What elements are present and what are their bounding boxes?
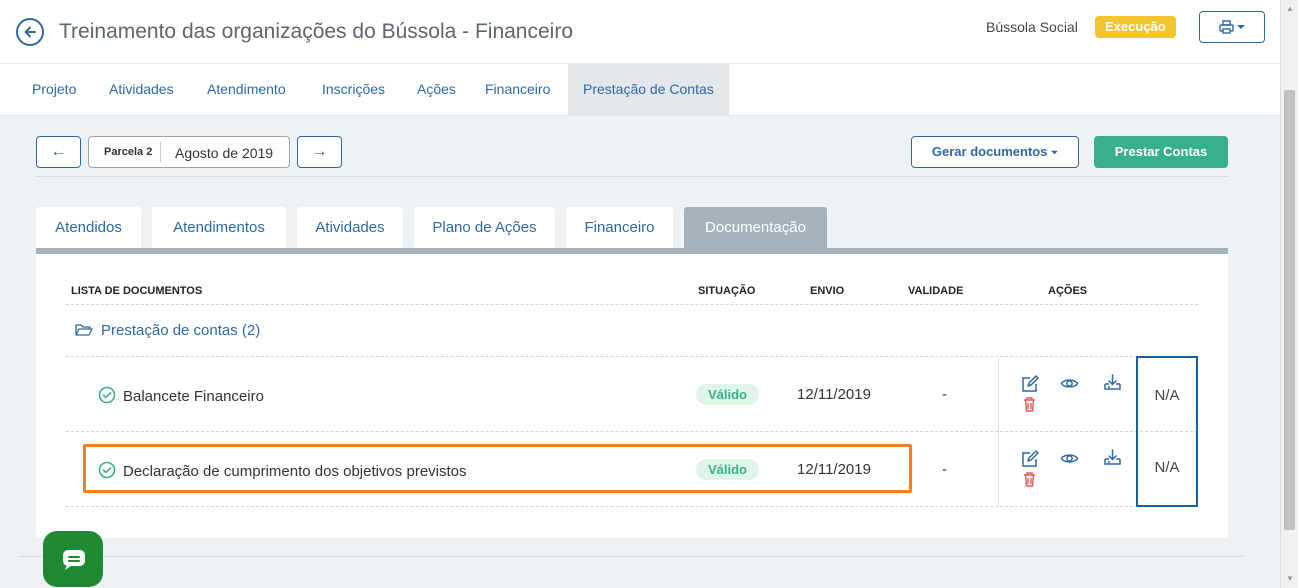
toolbar-divider — [36, 176, 1228, 177]
header-validity: VALIDADE — [908, 285, 964, 297]
footer-divider — [18, 556, 1244, 557]
edit-icon[interactable] — [1020, 450, 1039, 469]
sent-date: 12/11/2019 — [797, 386, 871, 403]
folder-label: Prestação de contas (2) — [101, 322, 261, 339]
scroll-down-icon[interactable]: ▼ — [1286, 574, 1294, 583]
nav-item-atividades[interactable]: Atividades — [109, 64, 174, 115]
caret-down-icon — [1237, 25, 1246, 29]
check-circle-icon — [98, 386, 116, 404]
eye-icon[interactable] — [1060, 449, 1079, 468]
trash-icon[interactable] — [1020, 395, 1039, 414]
validity-value: - — [942, 461, 947, 478]
tab-plano-de-acoes[interactable]: Plano de Ações — [414, 207, 555, 248]
folder-prestacao-de-contas[interactable]: Prestação de contas (2) — [75, 322, 260, 339]
chat-button[interactable] — [43, 531, 103, 587]
edit-icon[interactable] — [1020, 375, 1039, 394]
header-document-list: LISTA DE DOCUMENTOS — [71, 285, 203, 297]
scroll-up-icon[interactable]: ▲ — [1286, 4, 1294, 13]
back-arrow-icon — [24, 26, 36, 38]
validity-value: - — [942, 386, 947, 403]
tab-documentacao[interactable]: Documentação — [684, 207, 827, 248]
download-icon[interactable] — [1103, 373, 1122, 392]
nav-item-prestacao-de-contas[interactable]: Prestação de Contas — [568, 64, 729, 115]
status-badge: Válido — [696, 384, 759, 405]
nav-item-acoes[interactable]: Ações — [417, 64, 456, 115]
period-divider — [160, 142, 161, 162]
generate-documents-label: Gerar documentos — [931, 144, 1048, 159]
parcela-label: Parcela 2 — [104, 146, 153, 158]
back-button[interactable] — [16, 18, 44, 46]
row-divider — [66, 506, 1198, 507]
row-2-na-cell: N/A — [1136, 431, 1198, 507]
nav-item-inscricoes[interactable]: Inscrições — [322, 64, 385, 115]
row-1-na-cell: N/A — [1136, 356, 1198, 433]
next-period-button[interactable]: → — [297, 136, 342, 168]
row-highlight-annotation — [83, 444, 912, 493]
tab-atividades[interactable]: Atividades — [297, 207, 403, 248]
printer-icon — [1218, 20, 1234, 34]
tab-financeiro[interactable]: Financeiro — [566, 207, 673, 248]
scroll-thumb[interactable] — [1284, 90, 1295, 530]
main-nav: Projeto Atividades Atendimento Inscriçõe… — [0, 64, 1280, 116]
trash-icon[interactable] — [1020, 470, 1039, 489]
eye-icon[interactable] — [1060, 374, 1079, 393]
document-name: Balancete Financeiro — [123, 388, 264, 405]
page-title: Treinamento das organizações do Bússola … — [59, 20, 573, 43]
page-scrollbar[interactable]: ▲ ▼ — [1280, 0, 1298, 588]
status-badge: Execução — [1095, 16, 1176, 38]
chat-icon — [63, 550, 85, 570]
header-status: SITUAÇÃO — [698, 285, 756, 297]
actions-column-divider — [998, 358, 999, 506]
caret-down-icon — [1051, 150, 1059, 155]
row-divider — [66, 304, 1198, 305]
nav-item-atendimento[interactable]: Atendimento — [207, 64, 286, 115]
header-sent: ENVIO — [810, 285, 845, 297]
header-actions: AÇÕES — [1048, 285, 1088, 297]
period-selector[interactable]: Parcela 2 Agosto de 2019 — [88, 136, 290, 168]
print-button[interactable] — [1199, 11, 1265, 43]
folder-open-icon — [75, 324, 93, 336]
tab-atendimentos[interactable]: Atendimentos — [152, 207, 286, 248]
document-row-1-name[interactable]: Balancete Financeiro — [98, 386, 264, 405]
prestar-contas-button[interactable]: Prestar Contas — [1094, 136, 1228, 168]
nav-item-projeto[interactable]: Projeto — [32, 64, 76, 115]
page-header: Treinamento das organizações do Bússola … — [0, 0, 1280, 64]
row-divider — [66, 356, 1198, 357]
documents-panel: LISTA DE DOCUMENTOS SITUAÇÃO ENVIO VALID… — [36, 254, 1228, 538]
generate-documents-button[interactable]: Gerar documentos — [911, 136, 1079, 168]
row-divider — [66, 431, 1198, 432]
tab-atendidos[interactable]: Atendidos — [36, 207, 141, 248]
download-icon[interactable] — [1103, 448, 1122, 467]
nav-item-financeiro[interactable]: Financeiro — [485, 64, 550, 115]
org-name: Bússola Social — [986, 19, 1078, 35]
period-value: Agosto de 2019 — [175, 145, 274, 161]
previous-period-button[interactable]: ← — [36, 136, 81, 168]
